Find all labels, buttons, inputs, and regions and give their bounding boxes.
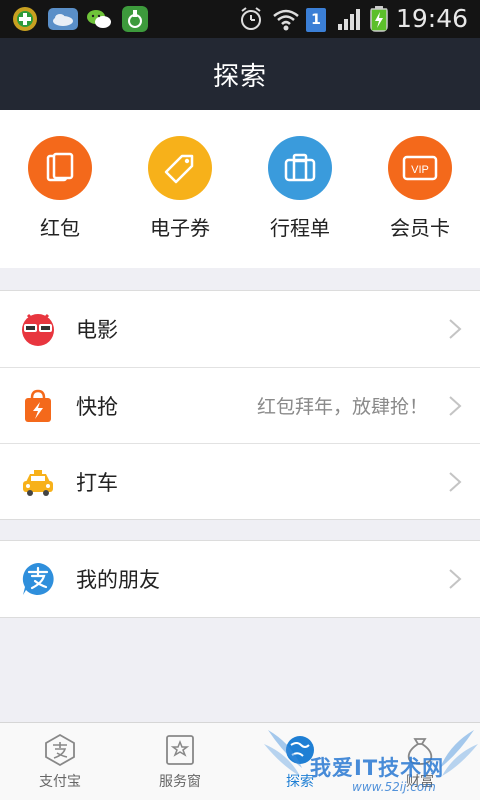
- tab-wealth[interactable]: 财富: [360, 723, 480, 800]
- tab-label: 支付宝: [39, 774, 81, 790]
- vip-badge-text: VIP: [411, 164, 429, 176]
- alarm-icon: [241, 7, 261, 30]
- page-title: 探索: [212, 61, 267, 92]
- list-item-label: 打车: [76, 470, 118, 495]
- list-item-label: 我的朋友: [76, 568, 160, 592]
- clock-time: 19:46: [395, 4, 468, 33]
- tool-label: 会员卡: [390, 216, 450, 240]
- weather-cloud-icon: [48, 8, 78, 30]
- wifi-icon: [273, 9, 299, 31]
- taxi-icon: [23, 470, 53, 496]
- quick-tools-panel: 红包 电子券 行程单 VIP 会员卡: [0, 110, 480, 268]
- chevron-right-icon: [449, 319, 462, 339]
- bottom-tab-bar: 支付宝 服务窗 探索 财富: [0, 722, 480, 800]
- service-window-icon: [166, 735, 194, 765]
- list-item-my-friends[interactable]: 我的朋友: [0, 541, 480, 617]
- tool-red-packet[interactable]: 红包: [0, 136, 120, 241]
- list-item-label: 电影: [76, 318, 118, 342]
- tool-label: 电子券: [150, 216, 210, 240]
- movie-mascot-icon: [22, 313, 54, 346]
- tab-label: 探索: [286, 774, 314, 790]
- tab-alipay[interactable]: 支付宝: [0, 723, 120, 800]
- tab-label: 服务窗: [159, 774, 201, 790]
- red-packet-icon: [28, 136, 92, 200]
- tab-label: 财富: [406, 774, 434, 790]
- green-app-icon: [122, 6, 148, 32]
- tool-label: 行程单: [270, 216, 330, 240]
- alipay-tab-icon: [45, 733, 75, 767]
- vip-card-icon: VIP: [388, 136, 452, 200]
- battery-charging-icon: [370, 6, 388, 32]
- services-list: 电影 快抢 红包拜年，放肆抢！ 打车: [0, 290, 480, 520]
- status-bar: 1 19:46: [0, 0, 480, 38]
- list-item-taxi[interactable]: 打车: [0, 443, 480, 519]
- suitcase-icon: [268, 136, 332, 200]
- tool-itinerary[interactable]: 行程单: [240, 136, 360, 241]
- tab-explore[interactable]: 探索: [240, 723, 360, 800]
- promo-subtitle: 红包拜年，放肆抢！: [256, 396, 428, 418]
- chevron-right-icon: [449, 569, 462, 589]
- wealth-icon: [407, 738, 433, 765]
- tool-coupon[interactable]: 电子券: [120, 136, 240, 241]
- alipay-friends-icon: [22, 563, 54, 595]
- explore-globe-icon: [286, 736, 314, 764]
- list-item-label: 快抢: [76, 394, 118, 419]
- tool-label: 红包: [40, 216, 80, 240]
- list-item-movie[interactable]: 电影: [0, 291, 480, 367]
- friends-list: 我的朋友: [0, 540, 480, 618]
- wechat-icon: [87, 10, 111, 28]
- list-item-flash-sale[interactable]: 快抢 红包拜年，放肆抢！: [0, 367, 480, 443]
- tab-service-window[interactable]: 服务窗: [120, 723, 240, 800]
- chevron-right-icon: [449, 472, 462, 492]
- shopping-bag-icon: [25, 389, 51, 422]
- signal-icon: [338, 9, 360, 30]
- chevron-right-icon: [449, 396, 462, 416]
- app-green-cross-icon: [13, 7, 37, 31]
- sim-card-icon: 1: [306, 8, 326, 32]
- title-bar: 探索: [0, 38, 480, 110]
- tool-vip-card[interactable]: VIP 会员卡: [360, 136, 480, 241]
- coupon-tag-icon: [148, 136, 212, 200]
